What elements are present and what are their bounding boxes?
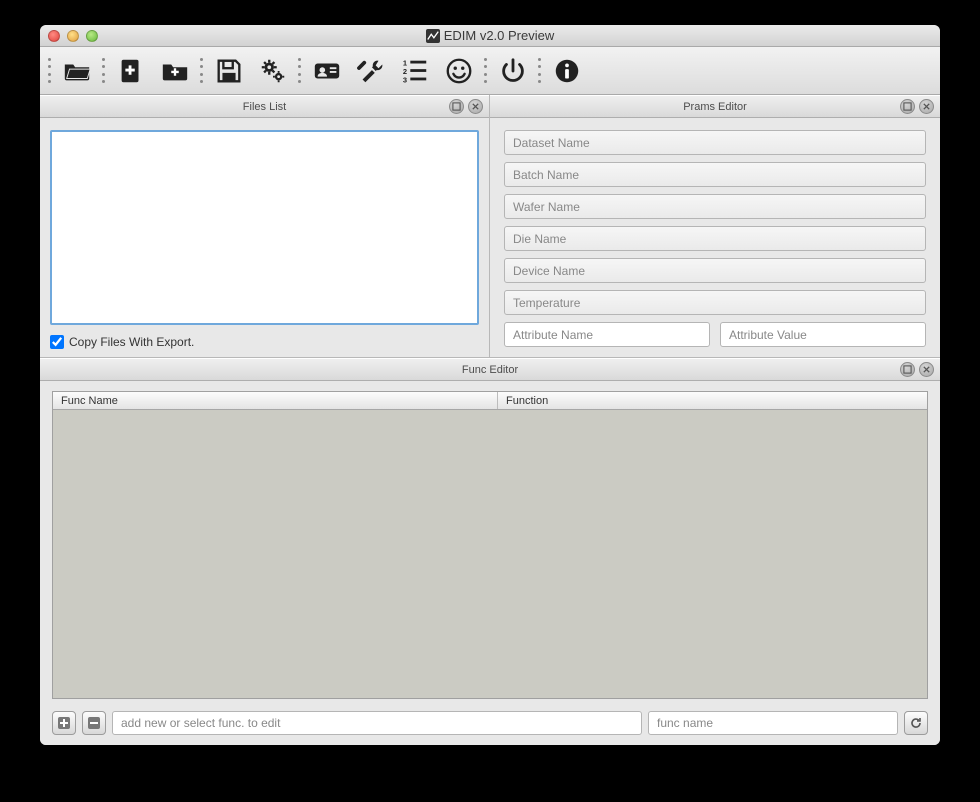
die-name-field[interactable]: Die Name: [504, 226, 926, 251]
dataset-name-field[interactable]: Dataset Name: [504, 130, 926, 155]
device-name-field[interactable]: Device Name: [504, 258, 926, 283]
info-button[interactable]: [546, 51, 588, 91]
func-table[interactable]: Func Name Function: [52, 391, 928, 699]
smiley-button[interactable]: [438, 51, 480, 91]
func-name-input[interactable]: func name: [648, 711, 898, 735]
save-button[interactable]: [208, 51, 250, 91]
copy-files-label: Copy Files With Export.: [69, 335, 194, 349]
files-list[interactable]: [50, 130, 479, 325]
temperature-field[interactable]: Temperature: [504, 290, 926, 315]
app-window: EDIM v2.0 Preview 123: [40, 25, 940, 745]
panel-close-button[interactable]: [919, 99, 934, 114]
tools-button[interactable]: [350, 51, 392, 91]
svg-text:3: 3: [403, 75, 407, 84]
add-func-button[interactable]: [52, 711, 76, 735]
function-column[interactable]: Function: [498, 392, 927, 409]
prams-editor-title: Prams Editor: [683, 101, 747, 113]
copy-files-checkbox[interactable]: [50, 335, 64, 349]
func-footer: add new or select func. to edit func nam…: [52, 711, 928, 735]
toolbar-separator: [102, 52, 106, 90]
panel-detach-button[interactable]: [900, 362, 915, 377]
panel-close-button[interactable]: [919, 362, 934, 377]
func-editor-panel: Func Editor Func Name Function: [40, 358, 940, 745]
toolbar: 123: [40, 47, 940, 95]
refresh-func-button[interactable]: [904, 711, 928, 735]
new-file-button[interactable]: [110, 51, 152, 91]
files-list-panel: Files List Copy Files With Export.: [40, 95, 490, 357]
func-table-header: Func Name Function: [53, 392, 927, 410]
power-button[interactable]: [492, 51, 534, 91]
zoom-window-button[interactable]: [86, 30, 98, 42]
new-folder-button[interactable]: [154, 51, 196, 91]
close-window-button[interactable]: [48, 30, 60, 42]
func-table-body[interactable]: [53, 410, 927, 698]
toolbar-separator: [48, 52, 52, 90]
numbered-list-button[interactable]: 123: [394, 51, 436, 91]
func-name-column[interactable]: Func Name: [53, 392, 498, 409]
window-title: EDIM v2.0 Preview: [40, 28, 940, 43]
func-editor-header: Func Editor: [40, 358, 940, 381]
batch-name-field[interactable]: Batch Name: [504, 162, 926, 187]
attribute-value-field[interactable]: Attribute Value: [720, 322, 926, 347]
panel-detach-button[interactable]: [449, 99, 464, 114]
settings-gears-button[interactable]: [252, 51, 294, 91]
panel-close-button[interactable]: [468, 99, 483, 114]
func-editor-title: Func Editor: [462, 364, 518, 376]
files-list-header: Files List: [40, 95, 489, 118]
attribute-name-field[interactable]: Attribute Name: [504, 322, 710, 347]
files-list-title: Files List: [243, 101, 286, 113]
titlebar: EDIM v2.0 Preview: [40, 25, 940, 47]
app-icon: [426, 29, 440, 43]
toolbar-separator: [484, 52, 488, 90]
badge-button[interactable]: [306, 51, 348, 91]
minimize-window-button[interactable]: [67, 30, 79, 42]
toolbar-separator: [538, 52, 542, 90]
upper-panels: Files List Copy Files With Export.: [40, 95, 940, 358]
wafer-name-field[interactable]: Wafer Name: [504, 194, 926, 219]
toolbar-separator: [200, 52, 204, 90]
prams-editor-header: Prams Editor: [490, 95, 940, 118]
window-title-text: EDIM v2.0 Preview: [444, 28, 555, 43]
traffic-lights: [40, 30, 98, 42]
remove-func-button[interactable]: [82, 711, 106, 735]
toolbar-separator: [298, 52, 302, 90]
panel-detach-button[interactable]: [900, 99, 915, 114]
prams-editor-panel: Prams Editor Dataset Name Batch Name Waf…: [490, 95, 940, 357]
func-edit-input[interactable]: add new or select func. to edit: [112, 711, 642, 735]
copy-files-checkbox-row[interactable]: Copy Files With Export.: [50, 335, 479, 349]
open-folder-button[interactable]: [56, 51, 98, 91]
